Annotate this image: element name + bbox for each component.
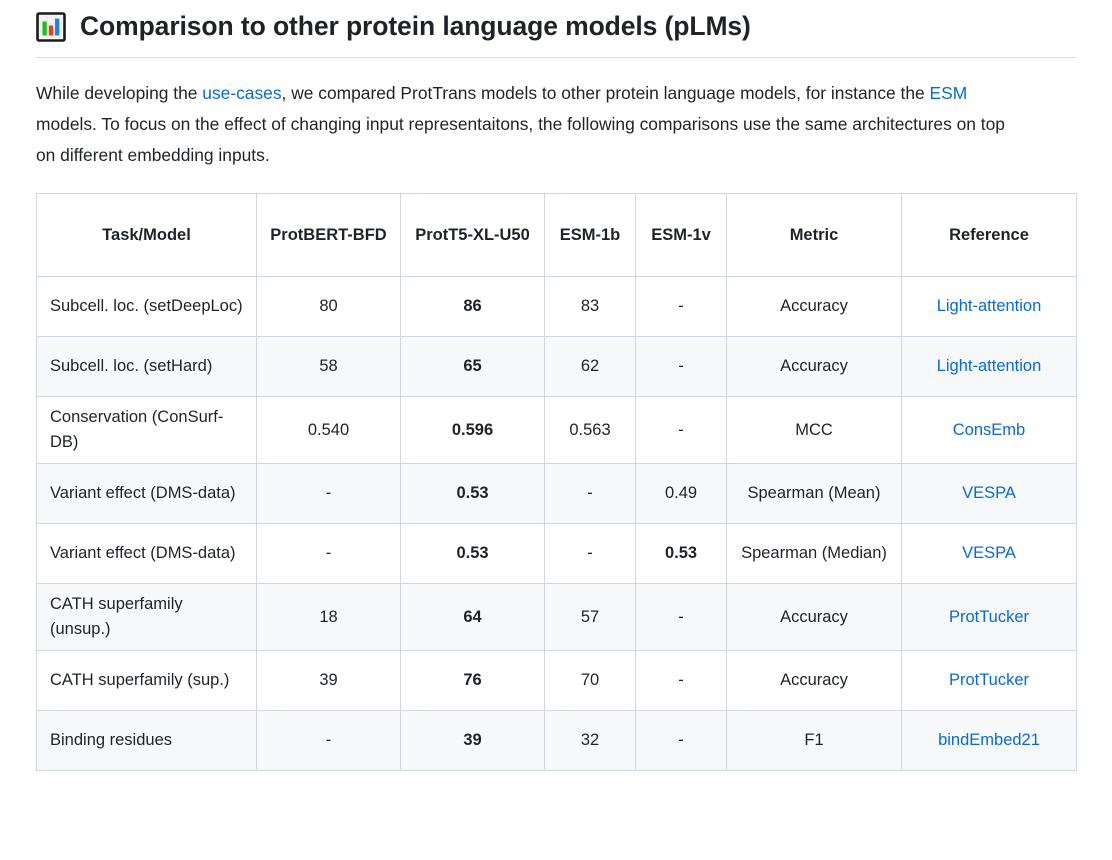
cell-esm-1b: - xyxy=(544,523,636,584)
page-heading: Comparison to other protein language mod… xyxy=(0,0,1112,48)
cell-esm-1b: 62 xyxy=(544,336,636,397)
cell-esm-1v: 0.53 xyxy=(635,523,727,584)
cell-protbert-bfd: - xyxy=(256,710,401,771)
cell-task-model: Conservation (ConSurf-DB) xyxy=(36,396,257,464)
intro-text-part3: models. To focus on the effect of changi… xyxy=(36,114,1005,165)
cell-task-model: CATH superfamily (sup.) xyxy=(36,650,257,711)
cell-esm-1v: - xyxy=(635,276,727,337)
cell-reference: Light-attention xyxy=(901,276,1077,337)
cell-protbert-bfd: - xyxy=(256,523,401,584)
cell-metric: Accuracy xyxy=(726,276,902,337)
reference-link[interactable]: ProtTucker xyxy=(949,671,1029,689)
table-row: Subcell. loc. (setHard) 58 65 62- Accuracy Li… xyxy=(36,336,1077,397)
cell-protbert-bfd: 18 xyxy=(256,583,401,651)
cell-prott5-xl-u50: 64 xyxy=(400,583,545,651)
intro-text-part2: , we compared ProtTrans models to other … xyxy=(281,83,930,103)
cell-task-model: Binding residues xyxy=(36,710,257,771)
cell-esm-1v: - xyxy=(635,710,727,771)
table-header-row: Task/Model ProtBERT-BFD ProtT5-XL-U50 ES… xyxy=(36,193,1077,277)
table-row: Conservation (ConSurf-DB) 0.540 0.596 0.563… xyxy=(36,396,1077,464)
reference-link[interactable]: Light-attention xyxy=(937,297,1042,315)
cell-reference: ProtTucker xyxy=(901,650,1077,711)
cell-task-model: Subcell. loc. (setHard) xyxy=(36,336,257,397)
page-title: Comparison to other protein language mod… xyxy=(80,11,751,42)
cell-protbert-bfd: 80 xyxy=(256,276,401,337)
cell-esm-1v: - xyxy=(635,336,727,397)
reference-link[interactable]: bindEmbed21 xyxy=(938,731,1040,749)
column-header-task-model: Task/Model xyxy=(36,193,257,277)
esm-link[interactable]: ESM xyxy=(930,83,968,103)
cell-metric: Accuracy xyxy=(726,650,902,711)
cell-task-model: Subcell. loc. (setDeepLoc) xyxy=(36,276,257,337)
table-header: Task/Model ProtBERT-BFD ProtT5-XL-U50 ES… xyxy=(36,193,1077,277)
cell-esm-1b: 0.563 xyxy=(544,396,636,464)
cell-prott5-xl-u50: 39 xyxy=(400,710,545,771)
table-row: CATH superfamily (sup.) 39 76 70- Accuracy Pr… xyxy=(36,650,1077,711)
cell-esm-1v: 0.49 xyxy=(635,463,727,524)
column-header-esm-1b: ESM-1b xyxy=(544,193,636,277)
cell-protbert-bfd: 39 xyxy=(256,650,401,711)
cell-metric: Spearman (Median) xyxy=(726,523,902,584)
column-header-protbert-bfd: ProtBERT-BFD xyxy=(256,193,401,277)
cell-reference: bindEmbed21 xyxy=(901,710,1077,771)
page-root: Comparison to other protein language mod… xyxy=(0,0,1112,771)
cell-esm-1b: 32 xyxy=(544,710,636,771)
reference-link[interactable]: Light-attention xyxy=(937,357,1042,375)
table-row: Binding residues -39 32- F1 bindEmbed21 xyxy=(36,710,1077,771)
intro-paragraph: While developing the use-cases, we compa… xyxy=(0,58,1056,171)
cell-esm-1v: - xyxy=(635,396,727,464)
cell-metric: Accuracy xyxy=(726,583,902,651)
table-row: CATH superfamily (unsup.) 18 64 57- Accuracy… xyxy=(36,583,1077,651)
use-cases-link[interactable]: use-cases xyxy=(202,83,281,103)
cell-metric: F1 xyxy=(726,710,902,771)
table-body: Subcell. loc. (setDeepLoc) 80 86 83- Accurac… xyxy=(36,276,1077,771)
column-header-metric: Metric xyxy=(726,193,902,277)
cell-esm-1v: - xyxy=(635,650,727,711)
table-row: Variant effect (DMS-data) -0.53-0.53 Spear… xyxy=(36,523,1077,584)
cell-prott5-xl-u50: 0.53 xyxy=(400,463,545,524)
cell-prott5-xl-u50: 86 xyxy=(400,276,545,337)
cell-esm-1v: - xyxy=(635,583,727,651)
cell-protbert-bfd: - xyxy=(256,463,401,524)
column-header-prott5-xl-u50: ProtT5-XL-U50 xyxy=(400,193,545,277)
cell-prott5-xl-u50: 65 xyxy=(400,336,545,397)
column-header-reference: Reference xyxy=(901,193,1077,277)
reference-link[interactable]: VESPA xyxy=(962,484,1016,502)
cell-reference: VESPA xyxy=(901,463,1077,524)
table-row: Variant effect (DMS-data) -0.53-0.49 Spear… xyxy=(36,463,1077,524)
bar-chart-icon xyxy=(36,12,66,42)
cell-reference: ProtTucker xyxy=(901,583,1077,651)
cell-reference: Light-attention xyxy=(901,336,1077,397)
cell-reference: ConsEmb xyxy=(901,396,1077,464)
reference-link[interactable]: VESPA xyxy=(962,544,1016,562)
reference-link[interactable]: ProtTucker xyxy=(949,608,1029,626)
comparison-table: Task/Model ProtBERT-BFD ProtT5-XL-U50 ES… xyxy=(36,193,1077,771)
cell-reference: VESPA xyxy=(901,523,1077,584)
cell-esm-1b: 57 xyxy=(544,583,636,651)
cell-task-model: CATH superfamily (unsup.) xyxy=(36,583,257,651)
cell-prott5-xl-u50: 0.53 xyxy=(400,523,545,584)
reference-link[interactable]: ConsEmb xyxy=(953,421,1025,439)
cell-prott5-xl-u50: 0.596 xyxy=(400,396,545,464)
cell-prott5-xl-u50: 76 xyxy=(400,650,545,711)
column-header-esm-1v: ESM-1v xyxy=(635,193,727,277)
cell-metric: MCC xyxy=(726,396,902,464)
table-row: Subcell. loc. (setDeepLoc) 80 86 83- Accurac… xyxy=(36,276,1077,337)
cell-metric: Spearman (Mean) xyxy=(726,463,902,524)
cell-task-model: Variant effect (DMS-data) xyxy=(36,523,257,584)
cell-esm-1b: - xyxy=(544,463,636,524)
cell-protbert-bfd: 58 xyxy=(256,336,401,397)
intro-text-part1: While developing the xyxy=(36,83,203,103)
cell-esm-1b: 83 xyxy=(544,276,636,337)
cell-esm-1b: 70 xyxy=(544,650,636,711)
cell-protbert-bfd: 0.540 xyxy=(256,396,401,464)
comparison-table-wrapper: Task/Model ProtBERT-BFD ProtT5-XL-U50 ES… xyxy=(0,171,1112,771)
cell-metric: Accuracy xyxy=(726,336,902,397)
cell-task-model: Variant effect (DMS-data) xyxy=(36,463,257,524)
